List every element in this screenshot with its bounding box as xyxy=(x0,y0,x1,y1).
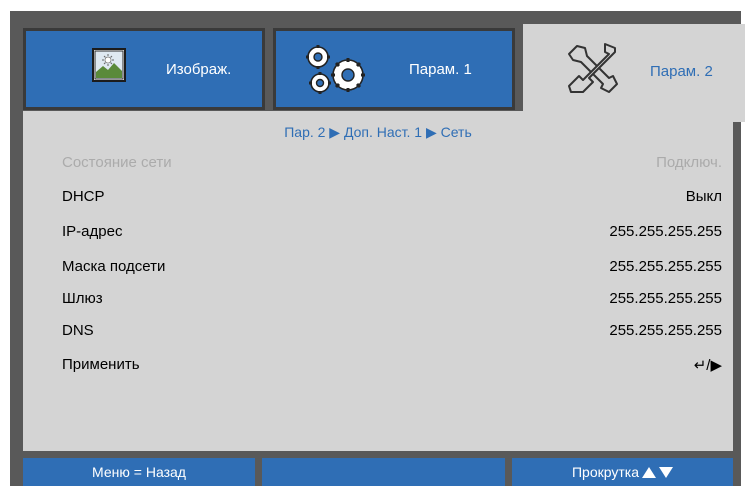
menu-row-ip-address[interactable]: IP-адрес 255.255.255.255 xyxy=(62,221,722,245)
footer-scroll: Прокрутка xyxy=(512,458,733,486)
row-value: 255.255.255.255 xyxy=(609,258,722,275)
menu-row-apply[interactable]: Применить ↵/▶ xyxy=(62,354,722,378)
row-label: DHCP xyxy=(62,188,105,205)
menu-row-dhcp[interactable]: DHCP Выкл xyxy=(62,186,722,210)
row-label: Маска подсети xyxy=(62,258,166,275)
tab-label: Парам. 1 xyxy=(409,61,472,78)
row-value: 255.255.255.255 xyxy=(609,290,722,307)
row-label: Применить xyxy=(62,356,140,373)
image-adjust-icon xyxy=(92,48,126,82)
row-value: Подключ. xyxy=(656,154,722,171)
footer-menu-back: Меню = Назад xyxy=(23,458,255,486)
enter-right-arrow-icon: ↵/▶ xyxy=(693,357,722,374)
tab-label: Изображ. xyxy=(166,61,232,78)
arrow-up-icon xyxy=(642,466,657,478)
row-value: Выкл xyxy=(685,188,722,205)
footer-label: Прокрутка xyxy=(571,464,640,480)
menu-row-network-status: Состояние сети Подключ. xyxy=(62,152,722,176)
menu-row-subnet-mask[interactable]: Маска подсети 255.255.255.255 xyxy=(62,256,722,280)
row-label: DNS xyxy=(62,322,94,339)
footer-label: Меню = Назад xyxy=(92,464,186,480)
row-value: 255.255.255.255 xyxy=(609,322,722,339)
tab-image[interactable]: Изображ. xyxy=(23,28,265,110)
wrench-screwdriver-icon xyxy=(561,40,619,98)
row-label: Состояние сети xyxy=(62,154,172,171)
row-label: IP-адрес xyxy=(62,223,123,240)
tab-settings-2[interactable]: Парам. 2 xyxy=(523,24,745,122)
row-label: Шлюз xyxy=(62,290,103,307)
arrow-down-icon xyxy=(659,466,674,478)
network-settings-panel: Пар. 2 ▶ Доп. Наст. 1 ▶ Сеть Состояние с… xyxy=(23,111,733,451)
menu-row-dns[interactable]: DNS 255.255.255.255 xyxy=(62,320,722,344)
row-value: 255.255.255.255 xyxy=(609,223,722,240)
gears-icon xyxy=(300,43,370,95)
tab-label: Парам. 2 xyxy=(650,63,713,80)
menu-row-gateway[interactable]: Шлюз 255.255.255.255 xyxy=(62,288,722,312)
footer-blank xyxy=(262,458,505,486)
breadcrumb: Пар. 2 ▶ Доп. Наст. 1 ▶ Сеть xyxy=(284,124,472,140)
tab-settings-1[interactable]: Парам. 1 xyxy=(273,28,515,110)
